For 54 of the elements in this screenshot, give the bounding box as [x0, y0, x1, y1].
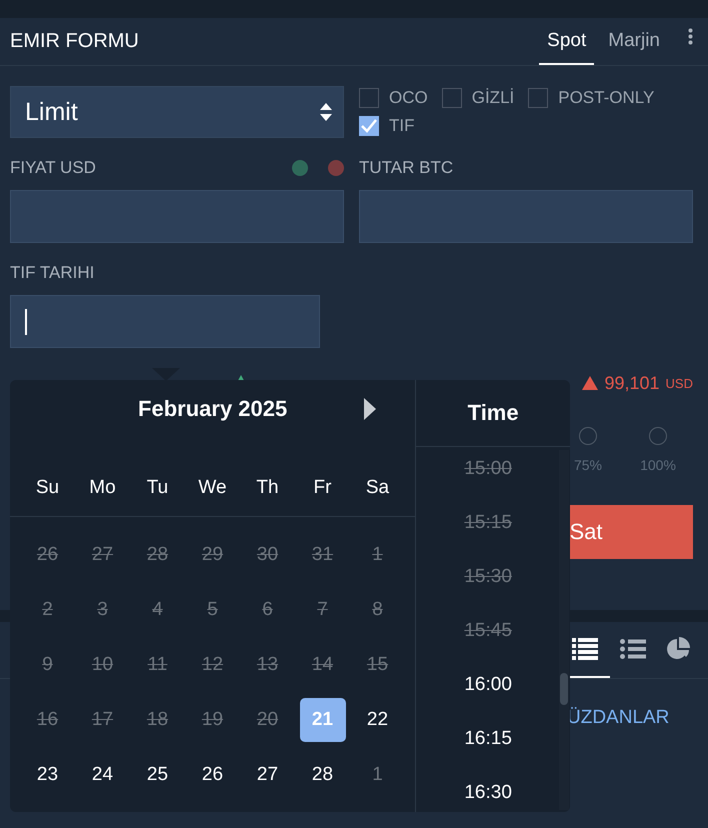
time-option[interactable]: 16:00	[416, 658, 560, 712]
up-triangle-icon	[582, 376, 598, 390]
month-title: February 2025	[138, 396, 288, 422]
time-title: Time	[416, 380, 570, 447]
calendar-day[interactable]: 24	[80, 752, 126, 796]
field-label: TIF TARIHI	[10, 263, 96, 283]
pie-chart-icon	[666, 637, 690, 661]
currency-label: USD	[666, 376, 693, 390]
order-type-select[interactable]: Limit	[10, 86, 344, 138]
time-option[interactable]: 16:15	[416, 712, 560, 766]
weekday-label: Tu	[146, 477, 170, 499]
option-label: OCO	[389, 88, 428, 108]
checkbox[interactable]	[359, 88, 379, 108]
calendar-day[interactable]: 23	[24, 752, 70, 796]
calendar-day[interactable]: 22	[354, 698, 400, 742]
option-label: TIF	[389, 116, 414, 136]
wallets-link[interactable]: ÜZDANLAR	[567, 707, 670, 729]
next-month-icon[interactable]	[364, 398, 376, 420]
calendar-day[interactable]: 28	[300, 752, 346, 796]
bullet-list-icon	[620, 639, 646, 659]
calendar-day[interactable]: 26	[190, 752, 236, 796]
weekday-label: Su	[34, 477, 60, 499]
calendar-day[interactable]: 27	[244, 752, 290, 796]
calendar-day[interactable]: 1	[354, 752, 400, 796]
tab[interactable]: Spot	[539, 18, 594, 65]
more-menu-icon[interactable]	[688, 28, 693, 45]
checkbox[interactable]	[359, 116, 379, 136]
time-option[interactable]: 16:30	[416, 766, 560, 812]
amount-field[interactable]	[359, 190, 693, 243]
scrollbar[interactable]	[559, 450, 570, 810]
table-list-icon	[572, 638, 598, 660]
field-label: FIYAT USD	[10, 158, 97, 178]
percent-label: 75%	[574, 457, 602, 473]
sort-arrows-icon	[319, 102, 333, 122]
price-value: 99,101	[604, 372, 660, 394]
weekday-label: Th	[255, 477, 280, 499]
slider-step[interactable]	[649, 427, 667, 445]
price-field[interactable]	[10, 190, 344, 243]
option-label: GİZLİ	[472, 88, 514, 108]
weekday-label: Mo	[88, 477, 117, 499]
date-field[interactable]	[10, 295, 320, 348]
checkbox[interactable]	[442, 88, 462, 108]
slider-step[interactable]	[579, 427, 597, 445]
calendar-day[interactable]: 21	[300, 698, 346, 742]
tab[interactable]: Marjin	[600, 18, 668, 65]
weekday-label: We	[197, 477, 228, 499]
weekday-label: Sa	[364, 477, 390, 499]
calendar-day[interactable]: 25	[134, 752, 180, 796]
field-label: TUTAR BTC	[359, 158, 454, 178]
panel-title: EMIR FORMU	[10, 30, 140, 53]
checkbox[interactable]	[528, 88, 548, 108]
weekday-label: Fr	[312, 477, 332, 499]
percent-label: 100%	[640, 457, 676, 473]
option-label: POST-ONLY	[558, 88, 654, 108]
